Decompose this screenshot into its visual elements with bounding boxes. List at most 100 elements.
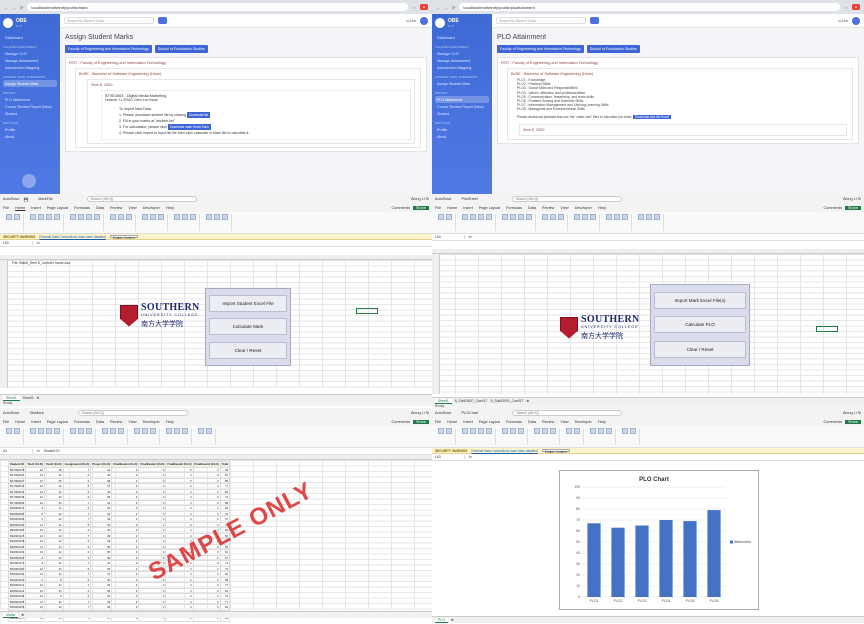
sidebar-item-about[interactable]: About <box>435 133 489 140</box>
tab-developer[interactable]: Developer <box>143 206 160 210</box>
editing-group[interactable] <box>619 428 640 445</box>
tab-developer[interactable]: Developer <box>143 420 160 424</box>
table-cell[interactable]: B18000200 <box>7 576 27 583</box>
tab-view[interactable]: View <box>560 420 568 424</box>
back-icon[interactable]: ← <box>436 5 440 10</box>
alignment-group[interactable] <box>499 214 536 231</box>
tab-formulas[interactable]: Formulas <box>506 206 522 210</box>
font-group[interactable] <box>459 214 496 231</box>
search-input[interactable]: Search by Student Code <box>64 17 154 24</box>
sidebar-item-plo[interactable]: PLO Attainment <box>3 96 57 103</box>
avatar[interactable] <box>852 16 860 25</box>
table-cell[interactable]: B18000256 <box>7 604 27 611</box>
tab-insert[interactable]: Insert <box>463 206 473 210</box>
sidebar-item-assessment[interactable]: Manage Assessment <box>3 57 57 64</box>
table-cell[interactable]: B18000163 <box>7 554 27 561</box>
faculty-button-feit[interactable]: Faculty of Engineering and Information T… <box>65 45 152 53</box>
font-group[interactable] <box>27 428 64 445</box>
address-bar[interactable]: localhost/markentry/public/mark <box>27 3 409 11</box>
autosave-toggle[interactable]: AutoSave <box>3 411 19 415</box>
share-button[interactable]: Share <box>412 420 429 424</box>
sidebar-item-clo[interactable]: Manage CLO <box>3 50 57 57</box>
tab-data[interactable]: Data <box>528 206 536 210</box>
add-sheet-icon[interactable]: ⊕ <box>526 399 529 403</box>
styles-group[interactable] <box>139 214 168 231</box>
tab-home[interactable]: Home <box>15 420 25 424</box>
table-cell[interactable]: B18000146 <box>7 543 27 550</box>
tab-page-layout[interactable]: Page Layout <box>479 420 500 424</box>
sidebar-item-course-review[interactable]: Course Review Report (New) <box>3 103 57 110</box>
column-header[interactable]: FinalExam3 (CLO) <box>165 461 194 468</box>
tab-formulas[interactable]: Formulas <box>506 420 522 424</box>
tab-review[interactable]: Review <box>542 206 554 210</box>
faculty-accordion[interactable]: FEIT - Faculty of Engineering and Inform… <box>497 57 859 144</box>
autosave-toggle[interactable]: AutoSave <box>435 411 451 415</box>
tab-help[interactable]: Help <box>166 206 174 210</box>
comments-button[interactable]: Comments <box>824 420 842 424</box>
name-box[interactable]: A1 <box>3 449 33 453</box>
sidebar-item-dashboard[interactable]: Dashboard <box>435 34 489 41</box>
save-icon[interactable]: 💾 <box>23 197 28 202</box>
number-group[interactable] <box>99 428 128 445</box>
autosave-toggle[interactable]: AutoSave <box>3 197 19 201</box>
tab-data[interactable]: Data <box>96 420 104 424</box>
table-cell[interactable]: B18000245 <box>7 598 27 605</box>
tab-file[interactable]: File <box>435 420 441 424</box>
editing-group[interactable] <box>635 214 664 231</box>
download-list-button[interactable]: Download list <box>187 112 211 118</box>
plo-chart[interactable]: PLO Chart 0 10 20 30 40 50 60 70 80 90 100 PLO1 PLO2 P… <box>559 470 759 610</box>
sidebar-item-student[interactable]: Student <box>435 110 489 117</box>
cells-group[interactable] <box>587 428 616 445</box>
faculty-accordion[interactable]: FEIT - Faculty of Engineering and Inform… <box>65 57 427 152</box>
table-cell[interactable]: B18000103 <box>7 521 27 528</box>
tab-insert[interactable]: Insert <box>31 206 41 210</box>
table-cell[interactable]: B17990027 <box>7 477 27 484</box>
faculty-button-feit[interactable]: Faculty of Engineering and Information T… <box>497 45 584 53</box>
tab-insert[interactable]: Insert <box>31 420 41 424</box>
sidebar-item-assessment[interactable]: Manage Assessment <box>435 57 489 64</box>
table-cell[interactable]: B18000151 <box>7 549 27 556</box>
enable-content-button[interactable]: Enable Content <box>109 235 138 240</box>
name-box[interactable]: L63 <box>435 235 465 239</box>
search-box[interactable]: Search (Alt+Q) <box>512 410 623 416</box>
column-header[interactable]: Assignment (CLO) <box>62 461 92 468</box>
table-cell[interactable]: B18000138 <box>7 538 27 545</box>
tab-home[interactable]: Home <box>447 206 457 210</box>
sidebar-item-mapping[interactable]: Assessment Mapping <box>3 64 57 71</box>
tab-page-layout[interactable]: Page Layout <box>47 206 68 210</box>
sidebar-item-plo[interactable]: PLO Attainment <box>435 96 489 103</box>
autosave-toggle[interactable]: AutoSave <box>435 197 451 201</box>
table-cell[interactable]: B18000096 <box>7 516 27 523</box>
table-cell[interactable]: B17990052 <box>7 499 27 506</box>
search-button[interactable] <box>590 17 599 24</box>
sidebar-item-course-review[interactable]: Course Review Report (New) <box>435 103 489 110</box>
tab-help[interactable]: Help <box>598 420 606 424</box>
number-group[interactable] <box>107 214 136 231</box>
column-header[interactable]: Test1 (CLO) <box>25 461 45 468</box>
column-header[interactable]: FinalExam4 (CLO) <box>192 461 221 468</box>
semester-accordion[interactable]: Sem 8, 2020 BTSE3063 - Digital Media Mar… <box>87 79 415 144</box>
tab-developer[interactable]: Developer <box>575 420 592 424</box>
styles-group[interactable] <box>131 428 160 445</box>
sidebar-item-dashboard[interactable]: Dashboard <box>3 34 57 41</box>
share-button[interactable]: Share <box>844 206 861 210</box>
table-cell[interactable]: B18000118 <box>7 527 27 534</box>
tab-help[interactable]: Help <box>598 206 606 210</box>
back-icon[interactable]: ← <box>4 5 8 10</box>
sheet-tab-2[interactable]: Sheet2 <box>23 396 34 400</box>
styles-group[interactable] <box>571 214 600 231</box>
comments-button[interactable]: Comments <box>392 206 410 210</box>
forward-icon[interactable]: → <box>12 5 16 10</box>
add-sheet-icon[interactable]: ⊕ <box>451 618 454 622</box>
sidebar-item-assign-mark[interactable]: Assign Student Mark <box>435 80 489 87</box>
download-plo-button[interactable]: Download plot file Excel <box>633 114 671 119</box>
tab-file[interactable]: File <box>3 206 9 210</box>
table-cell[interactable]: B18000211 <box>7 582 27 589</box>
clipboard-group[interactable] <box>3 428 24 445</box>
faculty-button-sfs[interactable]: School of Foundation Studies <box>586 45 640 53</box>
tab-insert[interactable]: Insert <box>463 420 473 424</box>
share-button[interactable]: Share <box>844 420 861 424</box>
import-student-button[interactable]: Import Student Excel File <box>209 295 287 313</box>
clipboard-group[interactable] <box>435 428 456 445</box>
comments-button[interactable]: Comments <box>824 206 842 210</box>
